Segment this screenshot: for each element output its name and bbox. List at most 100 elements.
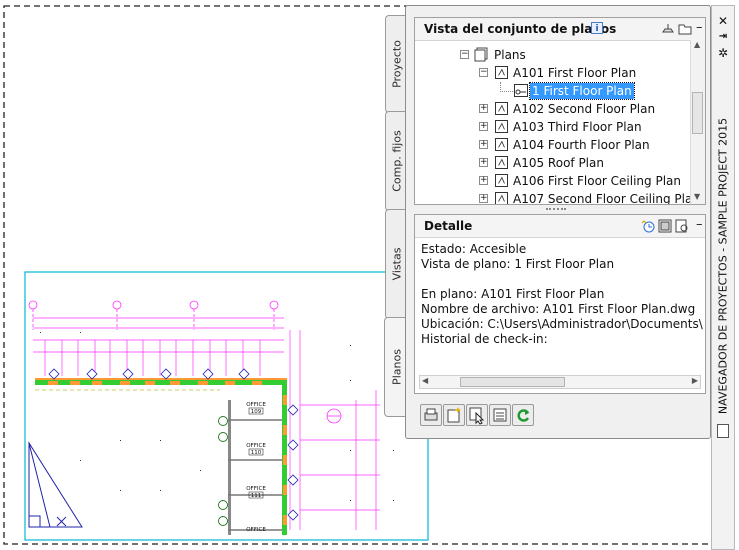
expand-icon[interactable]: + bbox=[479, 104, 488, 113]
publish-icon[interactable] bbox=[661, 22, 675, 36]
detail-title: Detalle bbox=[424, 219, 473, 233]
plot-button[interactable] bbox=[420, 404, 442, 426]
room-number-2: 110 bbox=[251, 450, 262, 456]
palette-title-bar[interactable]: ✕ ⇥ ✲ NAVEGADOR DE PROYECTOS - SAMPLE PR… bbox=[711, 5, 735, 550]
detail-estado: Estado: Accesible bbox=[421, 242, 527, 256]
grid-bubbles bbox=[28, 300, 279, 330]
tree-connector bbox=[500, 82, 513, 92]
sheet-icon bbox=[495, 102, 508, 115]
tree-row-a106[interactable]: + A106 First Floor Ceiling Plan bbox=[415, 172, 691, 190]
expand-icon[interactable]: + bbox=[479, 122, 488, 131]
sheet-icon bbox=[495, 138, 508, 151]
tree-row-sheet-view[interactable]: 1 First Floor Plan bbox=[415, 82, 691, 100]
room-name-1: OFFICE bbox=[246, 402, 266, 408]
north-arrow bbox=[28, 441, 83, 528]
open-folder-icon[interactable] bbox=[678, 22, 692, 36]
sheet-tree[interactable]: − Plans − A101 First Floor Plan 1 First … bbox=[415, 40, 691, 204]
scroll-right-arrow[interactable]: ▶ bbox=[692, 376, 698, 385]
tab-vistas-label: Vistas bbox=[390, 247, 403, 281]
detail-historial: Historial de check-in: bbox=[421, 332, 548, 346]
sheet-set-view-header: Vista del conjunto de planos i – bbox=[415, 18, 705, 41]
sheet-tree-scrollbar[interactable]: ▲ ▼ bbox=[690, 40, 705, 204]
refresh-icon bbox=[517, 409, 530, 422]
room-number-3: 111 bbox=[251, 493, 262, 499]
close-icon[interactable]: ✕ bbox=[716, 14, 730, 28]
tree-label-a103: A103 Third Floor Plan bbox=[513, 120, 642, 134]
select-views-icon bbox=[469, 407, 485, 425]
collapse-detail-button[interactable]: – bbox=[696, 217, 703, 232]
zoom-preview-icon[interactable] bbox=[675, 219, 689, 233]
properties-menu-icon[interactable]: ✲ bbox=[716, 46, 730, 60]
detail-section: Detalle – Estado: Accesible Vista de pla… bbox=[414, 214, 706, 394]
sheet-set-view-section: Vista del conjunto de planos i – − Plans… bbox=[414, 17, 706, 205]
properties-icon bbox=[493, 408, 507, 422]
tab-proyecto-label: Proyecto bbox=[390, 40, 403, 88]
refresh-button[interactable] bbox=[512, 404, 534, 426]
palette-body: Vista del conjunto de planos i – − Plans… bbox=[405, 5, 711, 439]
collapse-icon[interactable]: − bbox=[479, 68, 488, 77]
scroll-thumb[interactable] bbox=[692, 92, 703, 134]
tab-comp-fijos[interactable]: Comp. fijos bbox=[385, 111, 407, 211]
tree-label-a107: A107 Second Floor Ceiling Plan bbox=[513, 192, 691, 204]
detail-header: Detalle – bbox=[415, 215, 705, 238]
project-navigator-palette[interactable]: Proyecto Comp. fijos Vistas Planos Vista… bbox=[384, 5, 739, 550]
detail-archivo: Nombre de archivo: A101 First Floor Plan… bbox=[421, 302, 696, 316]
preview-icon[interactable] bbox=[658, 219, 672, 233]
viewport-frame[interactable] bbox=[24, 271, 429, 541]
room-name-2: OFFICE bbox=[246, 443, 266, 449]
sheet-icon bbox=[495, 156, 508, 169]
scroll-left-arrow[interactable]: ◀ bbox=[422, 376, 428, 385]
expand-icon[interactable]: + bbox=[479, 158, 488, 167]
tree-row-plans[interactable]: − Plans bbox=[415, 46, 691, 64]
detail-vista: Vista de plano: 1 First Floor Plan bbox=[421, 257, 615, 271]
new-sheet-button[interactable] bbox=[443, 404, 465, 426]
scroll-thumb[interactable] bbox=[460, 377, 565, 387]
detail-en-plano: En plano: A101 First Floor Plan bbox=[421, 287, 605, 301]
tree-row-a104[interactable]: + A104 Fourth Floor Plan bbox=[415, 136, 691, 154]
tab-proyecto[interactable]: Proyecto bbox=[385, 15, 407, 113]
collapse-section-button[interactable]: – bbox=[696, 20, 703, 35]
section-marker bbox=[326, 408, 342, 424]
select-views-button[interactable] bbox=[466, 404, 488, 426]
sheet-icon bbox=[495, 174, 508, 187]
tree-label-sheet-view: 1 First Floor Plan bbox=[529, 82, 635, 100]
sheet-view-icon bbox=[514, 84, 528, 97]
tree-label-a102: A102 Second Floor Plan bbox=[513, 102, 656, 116]
plot-icon bbox=[424, 408, 438, 421]
new-sheet-icon bbox=[447, 407, 461, 423]
tree-row-a101[interactable]: − A101 First Floor Plan bbox=[415, 64, 691, 82]
collapse-icon[interactable]: − bbox=[460, 50, 469, 59]
room-name-4: OFFICE bbox=[246, 527, 266, 533]
properties-button[interactable] bbox=[489, 404, 511, 426]
detail-ubicacion: Ubicación: C:\Users\Administrador\Docume… bbox=[421, 317, 703, 331]
sheet-set-view-title: Vista del conjunto de planos bbox=[424, 22, 617, 36]
tree-label-a101: A101 First Floor Plan bbox=[513, 66, 637, 80]
expand-icon[interactable]: + bbox=[479, 140, 488, 149]
dimension-lines bbox=[33, 317, 380, 530]
tree-label-plans: Plans bbox=[494, 48, 526, 62]
sheet-icon bbox=[495, 120, 508, 133]
history-icon[interactable] bbox=[641, 219, 655, 233]
tree-row-a105[interactable]: + A105 Roof Plan bbox=[415, 154, 691, 172]
scroll-down-arrow[interactable]: ▼ bbox=[694, 192, 700, 201]
tree-label-a106: A106 First Floor Ceiling Plan bbox=[513, 174, 681, 188]
room-tags: OFFICE 109 OFFICE 110 OFFICE 111 OFFICE bbox=[246, 402, 266, 533]
project-icon[interactable] bbox=[717, 424, 729, 438]
detail-horizontal-scrollbar[interactable]: ◀ ▶ bbox=[419, 375, 701, 389]
door-tags bbox=[218, 416, 228, 526]
tree-row-a102[interactable]: + A102 Second Floor Plan bbox=[415, 100, 691, 118]
sheet-subset-icon bbox=[474, 47, 488, 62]
tree-row-a103[interactable]: + A103 Third Floor Plan bbox=[415, 118, 691, 136]
tree-row-a107[interactable]: + A107 Second Floor Ceiling Plan bbox=[415, 190, 691, 204]
tab-comp-fijos-label: Comp. fijos bbox=[390, 130, 403, 192]
expand-icon[interactable]: + bbox=[479, 176, 488, 185]
tab-vistas[interactable]: Vistas bbox=[385, 209, 407, 319]
auto-hide-icon[interactable]: ⇥ bbox=[716, 30, 730, 44]
sheet-icon bbox=[495, 192, 508, 204]
scroll-up-arrow[interactable]: ▲ bbox=[694, 40, 700, 49]
tab-planos-label: Planos bbox=[390, 349, 404, 385]
palette-title: NAVEGADOR DE PROYECTOS - SAMPLE PROJECT … bbox=[716, 117, 730, 415]
room-name-3: OFFICE bbox=[246, 486, 266, 492]
info-icon[interactable]: i bbox=[591, 22, 603, 34]
expand-icon[interactable]: + bbox=[479, 194, 488, 203]
